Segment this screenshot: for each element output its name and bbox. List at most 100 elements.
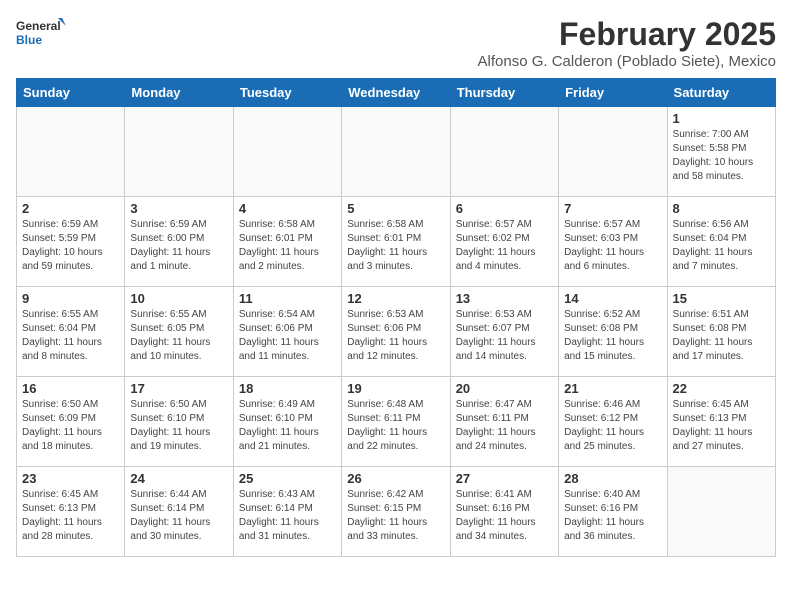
day-info: Sunrise: 6:54 AM Sunset: 6:06 PM Dayligh…: [239, 308, 336, 364]
calendar-cell: 20 Sunrise: 6:47 AM Sunset: 6:11 PM Dayli…: [450, 377, 558, 467]
day-number: 4: [239, 201, 336, 216]
title-block: February 2025 Alfonso G. Calderon (Pobla…: [478, 16, 776, 70]
calendar-cell: 6Sunrise: 6:57 AM Sunset: 6:02 PM Daylig…: [450, 197, 558, 287]
day-number: 23: [22, 471, 119, 486]
day-number: 10: [130, 291, 227, 306]
day-info: Sunrise: 6:50 AM Sunset: 6:10 PM Dayligh…: [130, 398, 227, 454]
calendar-cell: 25 Sunrise: 6:43 AM Sunset: 6:14 PM Dayli…: [233, 467, 341, 557]
day-info: Sunrise: 6:45 AM Sunset: 6:13 PM Dayligh…: [22, 488, 119, 544]
weekday-header-row: SundayMondayTuesdayWednesdayThursdayFrid…: [17, 79, 776, 107]
day-info: Sunrise: 6:58 AM Sunset: 6:01 PM Dayligh…: [239, 218, 336, 274]
weekday-header-tuesday: Tuesday: [233, 79, 341, 107]
calendar-cell: 4 Sunrise: 6:58 AM Sunset: 6:01 PM Daylig…: [233, 197, 341, 287]
calendar-cell: [125, 107, 233, 197]
month-year-title: February 2025: [478, 16, 776, 53]
calendar-cell: [342, 107, 450, 197]
day-number: 1: [673, 111, 770, 126]
calendar-cell: 8 Sunrise: 6:56 AM Sunset: 6:04 PM Daylig…: [667, 197, 775, 287]
week-row-3: 9 Sunrise: 6:55 AM Sunset: 6:04 PM Daylig…: [17, 287, 776, 377]
calendar-cell: 11 Sunrise: 6:54 AM Sunset: 6:06 PM Dayli…: [233, 287, 341, 377]
day-info: Sunrise: 7:00 AM Sunset: 5:58 PM Dayligh…: [673, 128, 770, 184]
calendar-cell: 28 Sunrise: 6:40 AM Sunset: 6:16 PM Dayli…: [559, 467, 667, 557]
week-row-2: 2Sunrise: 6:59 AM Sunset: 5:59 PM Daylig…: [17, 197, 776, 287]
day-info: Sunrise: 6:47 AM Sunset: 6:11 PM Dayligh…: [456, 398, 553, 454]
day-number: 26: [347, 471, 444, 486]
day-number: 17: [130, 381, 227, 396]
weekday-header-sunday: Sunday: [17, 79, 125, 107]
day-number: 7: [564, 201, 661, 216]
location-title: Alfonso G. Calderon (Poblado Siete), Mex…: [478, 53, 776, 70]
day-number: 14: [564, 291, 661, 306]
calendar-cell: 14 Sunrise: 6:52 AM Sunset: 6:08 PM Dayli…: [559, 287, 667, 377]
day-info: Sunrise: 6:48 AM Sunset: 6:11 PM Dayligh…: [347, 398, 444, 454]
calendar-cell: 23 Sunrise: 6:45 AM Sunset: 6:13 PM Dayli…: [17, 467, 125, 557]
week-row-1: 1 Sunrise: 7:00 AM Sunset: 5:58 PM Daylig…: [17, 107, 776, 197]
day-number: 6: [456, 201, 553, 216]
calendar-cell: 19 Sunrise: 6:48 AM Sunset: 6:11 PM Dayli…: [342, 377, 450, 467]
weekday-header-monday: Monday: [125, 79, 233, 107]
day-number: 9: [22, 291, 119, 306]
calendar-cell: 21 Sunrise: 6:46 AM Sunset: 6:12 PM Dayli…: [559, 377, 667, 467]
week-row-5: 23 Sunrise: 6:45 AM Sunset: 6:13 PM Dayli…: [17, 467, 776, 557]
calendar-cell: 15 Sunrise: 6:51 AM Sunset: 6:08 PM Dayli…: [667, 287, 775, 377]
logo: General Blue: [16, 16, 66, 52]
day-info: Sunrise: 6:56 AM Sunset: 6:04 PM Dayligh…: [673, 218, 770, 274]
calendar-cell: 18 Sunrise: 6:49 AM Sunset: 6:10 PM Dayli…: [233, 377, 341, 467]
day-info: Sunrise: 6:58 AM Sunset: 6:01 PM Dayligh…: [347, 218, 444, 274]
calendar-cell: 2Sunrise: 6:59 AM Sunset: 5:59 PM Daylig…: [17, 197, 125, 287]
calendar-cell: [17, 107, 125, 197]
day-info: Sunrise: 6:40 AM Sunset: 6:16 PM Dayligh…: [564, 488, 661, 544]
day-number: 3: [130, 201, 227, 216]
day-number: 16: [22, 381, 119, 396]
day-info: Sunrise: 6:55 AM Sunset: 6:05 PM Dayligh…: [130, 308, 227, 364]
day-info: Sunrise: 6:49 AM Sunset: 6:10 PM Dayligh…: [239, 398, 336, 454]
weekday-header-thursday: Thursday: [450, 79, 558, 107]
day-info: Sunrise: 6:57 AM Sunset: 6:03 PM Dayligh…: [564, 218, 661, 274]
page-header: General Blue February 2025 Alfonso G. Ca…: [16, 16, 776, 70]
day-number: 2: [22, 201, 119, 216]
day-number: 18: [239, 381, 336, 396]
logo-svg: General Blue: [16, 16, 66, 52]
calendar-cell: 22 Sunrise: 6:45 AM Sunset: 6:13 PM Dayli…: [667, 377, 775, 467]
calendar-cell: [450, 107, 558, 197]
day-info: Sunrise: 6:42 AM Sunset: 6:15 PM Dayligh…: [347, 488, 444, 544]
calendar-cell: 12Sunrise: 6:53 AM Sunset: 6:06 PM Dayli…: [342, 287, 450, 377]
day-info: Sunrise: 6:51 AM Sunset: 6:08 PM Dayligh…: [673, 308, 770, 364]
calendar-cell: 24 Sunrise: 6:44 AM Sunset: 6:14 PM Dayli…: [125, 467, 233, 557]
day-info: Sunrise: 6:43 AM Sunset: 6:14 PM Dayligh…: [239, 488, 336, 544]
calendar-cell: 1 Sunrise: 7:00 AM Sunset: 5:58 PM Daylig…: [667, 107, 775, 197]
day-number: 24: [130, 471, 227, 486]
calendar-cell: 10 Sunrise: 6:55 AM Sunset: 6:05 PM Dayli…: [125, 287, 233, 377]
calendar-cell: 9 Sunrise: 6:55 AM Sunset: 6:04 PM Daylig…: [17, 287, 125, 377]
day-info: Sunrise: 6:44 AM Sunset: 6:14 PM Dayligh…: [130, 488, 227, 544]
calendar-cell: [559, 107, 667, 197]
day-info: Sunrise: 6:50 AM Sunset: 6:09 PM Dayligh…: [22, 398, 119, 454]
day-number: 19: [347, 381, 444, 396]
day-info: Sunrise: 6:55 AM Sunset: 6:04 PM Dayligh…: [22, 308, 119, 364]
day-number: 13: [456, 291, 553, 306]
calendar-cell: 7 Sunrise: 6:57 AM Sunset: 6:03 PM Daylig…: [559, 197, 667, 287]
calendar-cell: [667, 467, 775, 557]
svg-text:Blue: Blue: [16, 33, 42, 47]
day-info: Sunrise: 6:53 AM Sunset: 6:07 PM Dayligh…: [456, 308, 553, 364]
calendar-cell: 13 Sunrise: 6:53 AM Sunset: 6:07 PM Dayli…: [450, 287, 558, 377]
day-number: 15: [673, 291, 770, 306]
day-number: 20: [456, 381, 553, 396]
weekday-header-friday: Friday: [559, 79, 667, 107]
day-number: 8: [673, 201, 770, 216]
weekday-header-wednesday: Wednesday: [342, 79, 450, 107]
day-info: Sunrise: 6:46 AM Sunset: 6:12 PM Dayligh…: [564, 398, 661, 454]
day-number: 25: [239, 471, 336, 486]
day-number: 11: [239, 291, 336, 306]
day-info: Sunrise: 6:41 AM Sunset: 6:16 PM Dayligh…: [456, 488, 553, 544]
week-row-4: 16 Sunrise: 6:50 AM Sunset: 6:09 PM Dayli…: [17, 377, 776, 467]
day-number: 22: [673, 381, 770, 396]
calendar-cell: 17 Sunrise: 6:50 AM Sunset: 6:10 PM Dayli…: [125, 377, 233, 467]
weekday-header-saturday: Saturday: [667, 79, 775, 107]
svg-text:General: General: [16, 19, 61, 33]
day-info: Sunrise: 6:52 AM Sunset: 6:08 PM Dayligh…: [564, 308, 661, 364]
day-number: 21: [564, 381, 661, 396]
day-info: Sunrise: 6:45 AM Sunset: 6:13 PM Dayligh…: [673, 398, 770, 454]
day-number: 28: [564, 471, 661, 486]
calendar-cell: 27Sunrise: 6:41 AM Sunset: 6:16 PM Dayli…: [450, 467, 558, 557]
